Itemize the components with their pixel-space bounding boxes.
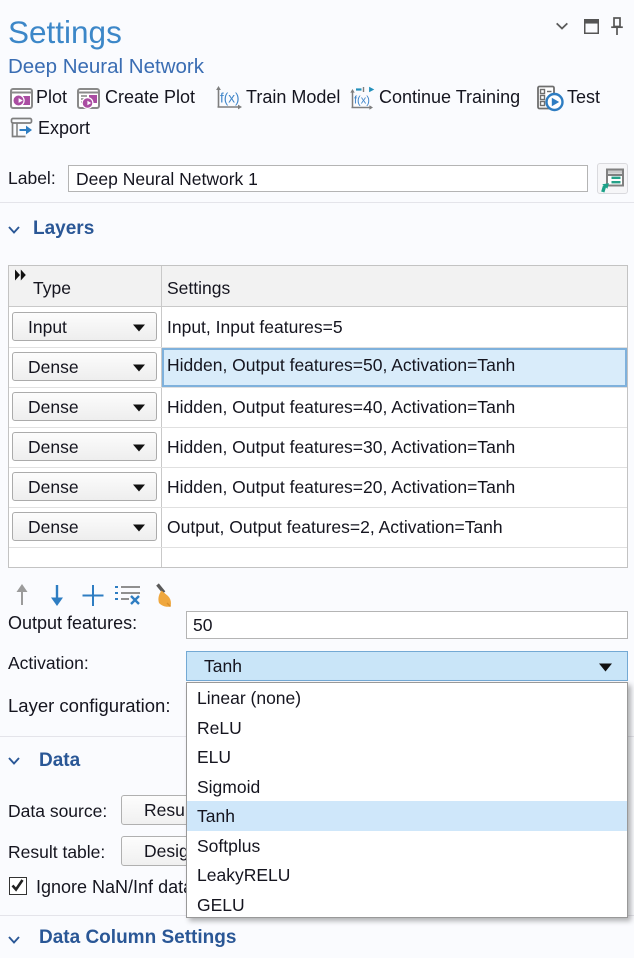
svg-text:f(x): f(x)	[354, 95, 370, 107]
svg-text:f(x): f(x)	[220, 91, 240, 106]
